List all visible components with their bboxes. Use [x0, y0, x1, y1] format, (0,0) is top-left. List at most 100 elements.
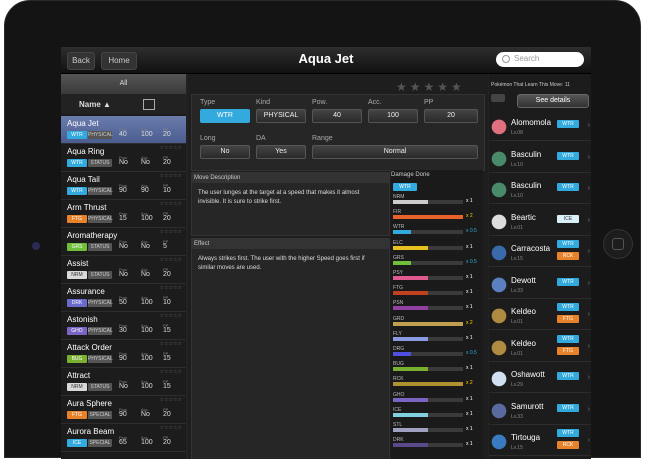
move-acc-value: No	[141, 243, 150, 250]
damage-multiplier: x 0.5	[466, 258, 477, 265]
move-kind-badge: STATUS	[88, 383, 112, 391]
move-list-item[interactable]: Arm Thrust ☆☆☆☆☆ FTG PHYSICAL Pow. 15 Acc. 100 P…	[61, 200, 186, 228]
damage-multiplier: x 2	[466, 213, 473, 220]
filter-all-button[interactable]: All	[61, 74, 186, 94]
move-list-item[interactable]: Attract ☆☆☆☆☆ NRM STATUS Pow. No Acc. 100 PP 15	[61, 368, 186, 396]
damage-done-heading: Damage Done	[391, 172, 430, 178]
damage-bar	[393, 260, 411, 265]
move-list-item[interactable]: Assist ☆☆☆☆☆ NRM STATUS Pow. No Acc. No PP 20	[61, 256, 186, 284]
move-pp-value: 5	[163, 243, 167, 250]
pokemon-list-item[interactable]: Beartic Lv.01 ICE ›	[489, 207, 591, 236]
home-hardware-button[interactable]	[603, 229, 633, 259]
pokemon-list-item[interactable]: Oshawott Lv.29 WTR ›	[489, 364, 591, 393]
move-kind-badge: PHYSICAL	[88, 187, 113, 195]
pokemon-list-item[interactable]: Carracosta Lv.15 WTR RCK ›	[489, 238, 591, 267]
move-list-item[interactable]: Attack Order ☆☆☆☆☆ BUG PHYSICAL Pow. 90 Acc. 10…	[61, 340, 186, 368]
pokemon-list-item[interactable]: Alomomola Lv.08 WTR ›	[489, 112, 591, 141]
move-list-item[interactable]: Aurora Beam ☆☆☆☆☆ ICE SPECIAL Pow. 65 Acc. 100 P…	[61, 424, 186, 452]
pokemon-name: Carracosta	[511, 244, 551, 253]
pokemon-list-item[interactable]: Samurott Lv.33 WTR ›	[489, 396, 591, 425]
damage-row: FIR x 2	[393, 209, 481, 221]
pokemon-list-item[interactable]: Keldeo Lv.01 WTR FTG ›	[489, 301, 591, 330]
star-rating-icon[interactable]: ☆☆☆☆☆	[160, 285, 182, 291]
star-rating-icon[interactable]: ☆☆☆☆☆	[160, 257, 182, 263]
move-list-item[interactable]: Aqua Ring ☆☆☆☆☆ WTR STATUS Pow. No Acc. No PP 20	[61, 144, 186, 172]
move-acc-value: No	[141, 271, 150, 278]
pokemon-sprite-icon	[491, 148, 507, 167]
pokemon-type-badge: RCK	[557, 252, 579, 260]
rating-stars-icon[interactable]: ★★★★★	[396, 80, 465, 94]
damage-row: GHO x 1	[393, 392, 481, 404]
star-rating-icon[interactable]: ☆☆☆☆☆	[160, 145, 182, 151]
damage-row: FLY x 1	[393, 331, 481, 343]
star-rating-icon[interactable]: ☆☆☆☆☆	[160, 201, 182, 207]
pokemon-sprite-icon	[491, 369, 507, 387]
home-button[interactable]: Home	[101, 52, 137, 70]
star-rating-icon[interactable]: ☆☆☆☆☆	[160, 313, 182, 319]
star-rating-icon[interactable]: ☆☆☆☆☆	[160, 173, 182, 179]
pokemon-name: Tirtouga	[511, 433, 541, 442]
star-rating-icon[interactable]: ☆☆☆☆☆	[160, 425, 182, 431]
damage-multiplier: x 1	[466, 365, 473, 372]
damage-multiplier: x 1	[466, 426, 473, 432]
move-list-item[interactable]: Aromatherapy ☆☆☆☆☆ GRS STATUS Pow. No Acc. No PP…	[61, 228, 186, 256]
pokemon-level: Lv.10	[511, 193, 523, 199]
pokemon-sprite-icon	[491, 211, 507, 230]
move-pp-value: 20	[163, 439, 171, 446]
back-button[interactable]: Back	[67, 52, 95, 70]
move-pow-value: 90	[119, 411, 127, 418]
damage-bar	[393, 412, 428, 417]
pokemon-sprite-icon	[491, 306, 507, 324]
move-list-item[interactable]: Aura Sphere ☆☆☆☆☆ FTG SPECIAL Pow. 90 Acc. No PP…	[61, 396, 186, 424]
star-rating-icon[interactable]: ☆☆☆☆☆	[160, 397, 182, 403]
move-pow-value: 50	[119, 299, 127, 306]
pokemon-list-item[interactable]: Keldeo Lv.01 WTR FTG ›	[489, 333, 591, 362]
search-input[interactable]: Search	[496, 52, 584, 67]
pokemon-type-badge: FTG	[557, 346, 579, 355]
pp-value: 20	[424, 109, 478, 123]
pokemon-list-item[interactable]: Tirtouga Lv.15 WTR RCK ›	[489, 427, 591, 456]
move-acc-value: 90	[141, 187, 149, 194]
star-rating-icon[interactable]: ☆☆☆☆☆	[160, 117, 182, 123]
star-rating-icon[interactable]: ☆☆☆☆☆	[160, 341, 182, 347]
move-name: Assist	[67, 259, 89, 268]
move-kind-badge: STATUS	[88, 243, 112, 251]
chevron-right-icon: ›	[587, 279, 590, 287]
pokemon-type-badge: WTR	[557, 334, 579, 343]
pokemon-name: Oshawott	[511, 370, 545, 379]
pokemon-type-badge: WTR	[557, 372, 579, 380]
sort-by-name-button[interactable]: Name ▲	[79, 100, 111, 109]
pokemon-list-item[interactable]: Basculin Lv.10 WTR ›	[489, 144, 591, 173]
damage-multiplier: x 2	[466, 319, 473, 326]
move-list-item[interactable]: Assurance ☆☆☆☆☆ DRK PHYSICAL Pow. 50 Acc. 100 PP…	[61, 284, 186, 312]
move-list: Aqua Jet ☆☆☆☆☆ WTR PHYSICAL Pow. 40 Acc. 100 PP 2…	[61, 116, 186, 452]
info-toggle-icon[interactable]	[491, 94, 505, 102]
move-pow-value: 90	[119, 355, 127, 362]
move-name: Assurance	[67, 287, 105, 296]
move-name: Aqua Ring	[67, 147, 105, 156]
star-rating-icon[interactable]: ☆☆☆☆☆	[160, 369, 182, 375]
damage-multiplier: x 1	[466, 289, 473, 296]
move-name: Aurora Beam	[67, 427, 115, 436]
pokemon-list-item[interactable]: Basculin Lv.10 WTR ›	[489, 175, 591, 204]
move-list-item[interactable]: Astonish ☆☆☆☆☆ GHO PHYSICAL Pow. 30 Acc. 100 PP 1…	[61, 312, 186, 340]
app-screen: Back Home Aqua Jet Search All Name ▲ Aqu…	[61, 47, 591, 459]
damage-bar	[393, 382, 463, 387]
pokemon-type-badge: WTR	[557, 183, 579, 191]
move-pp-value: 20	[163, 411, 171, 418]
move-list-item[interactable]: Aqua Tail ☆☆☆☆☆ WTR PHYSICAL Pow. 90 Acc. 90 PP 1…	[61, 172, 186, 200]
move-pow-value: 15	[119, 215, 127, 222]
move-list-item[interactable]: Aqua Jet ☆☆☆☆☆ WTR PHYSICAL Pow. 40 Acc. 100 PP 2…	[61, 116, 186, 144]
pokemon-level: Lv.10	[511, 161, 523, 168]
move-pow-value: No	[119, 271, 128, 278]
move-name: Attract	[67, 371, 91, 380]
da-label: DA	[256, 135, 266, 142]
filter-icon[interactable]	[143, 99, 155, 110]
pokemon-type-badge: WTR	[557, 277, 579, 286]
see-details-button[interactable]: See details	[517, 94, 589, 108]
star-rating-icon[interactable]: ☆☆☆☆☆	[160, 229, 182, 235]
damage-multiplier: x 1	[466, 410, 473, 417]
damage-row: FTG x 1	[393, 285, 481, 297]
move-acc-value: 100	[141, 355, 153, 362]
pokemon-list-item[interactable]: Dewott Lv.33 WTR ›	[489, 270, 591, 299]
